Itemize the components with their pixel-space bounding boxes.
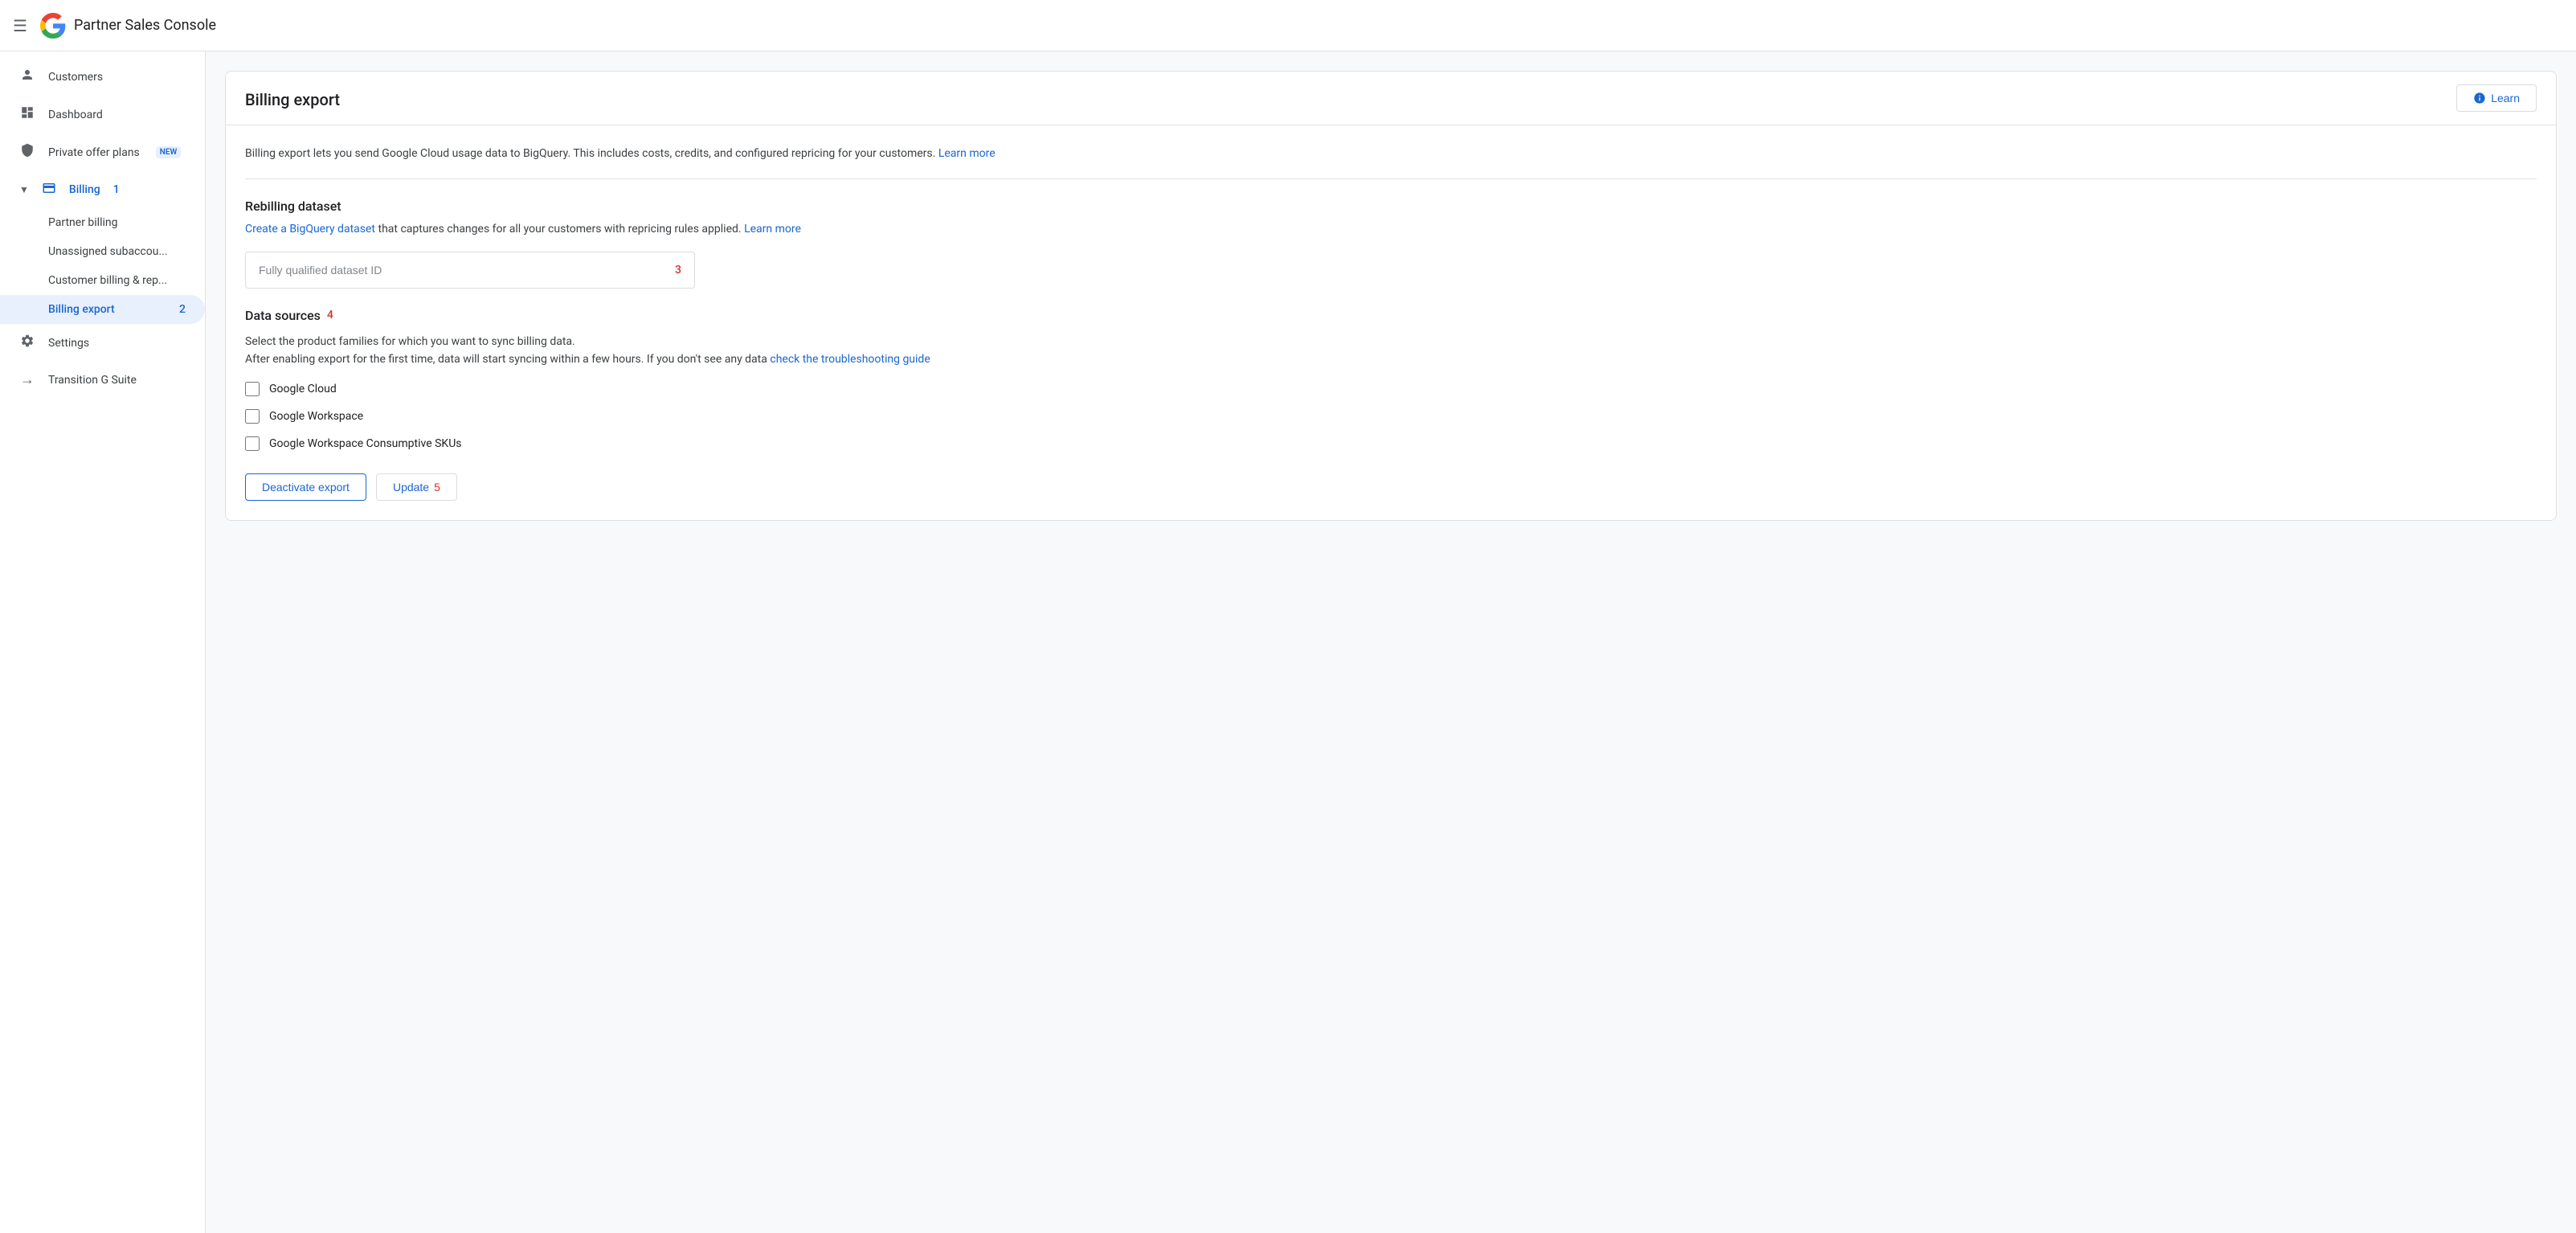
update-counter-badge: 5 bbox=[434, 481, 440, 494]
sidebar-item-settings[interactable]: Settings bbox=[0, 324, 205, 362]
billing-export-badge: 2 bbox=[179, 303, 186, 316]
billing-icon bbox=[42, 181, 56, 199]
app-title: Partner Sales Console bbox=[74, 17, 216, 34]
private-offer-icon bbox=[19, 143, 35, 162]
dataset-id-input[interactable] bbox=[259, 264, 669, 277]
sidebar-sub-billing-export-label: Billing export bbox=[48, 303, 115, 316]
google-cloud-label: Google Cloud bbox=[269, 383, 337, 395]
sidebar-item-transition[interactable]: → Transition G Suite bbox=[0, 362, 205, 398]
sidebar-sub-billing-export[interactable]: Billing export 2 bbox=[0, 295, 205, 324]
google-workspace-checkbox[interactable] bbox=[245, 409, 260, 424]
checkbox-google-workspace[interactable]: Google Workspace bbox=[245, 409, 2537, 424]
sidebar-item-private-offer-label: Private offer plans bbox=[48, 146, 140, 159]
create-bigquery-link[interactable]: Create a BigQuery dataset bbox=[245, 223, 375, 236]
sidebar-sub-partner-billing[interactable]: Partner billing bbox=[0, 208, 205, 237]
learn-button[interactable]: Learn bbox=[2456, 84, 2537, 112]
learn-button-label: Learn bbox=[2491, 92, 2520, 104]
transition-icon: → bbox=[19, 371, 35, 388]
main-description: Billing export lets you send Google Clou… bbox=[245, 145, 2537, 162]
sidebar-item-transition-label: Transition G Suite bbox=[48, 374, 137, 387]
sidebar-item-dashboard-label: Dashboard bbox=[48, 109, 103, 121]
checkbox-google-cloud[interactable]: Google Cloud bbox=[245, 382, 2537, 396]
content-card: Billing export Learn Billing export lets… bbox=[225, 71, 2557, 521]
sidebar-item-billing[interactable]: ▼ Billing 1 bbox=[0, 171, 205, 208]
data-sources-description: Select the product families for which yo… bbox=[245, 333, 2537, 369]
sidebar-item-customers-label: Customers bbox=[48, 71, 103, 84]
learn-more-link-header[interactable]: Learn more bbox=[938, 147, 996, 160]
card-header: Billing export Learn bbox=[226, 72, 2556, 125]
sidebar-item-private-offer-plans[interactable]: Private offer plans NEW bbox=[0, 133, 205, 171]
data-sources-counter: 4 bbox=[327, 309, 333, 322]
card-body: Billing export lets you send Google Clou… bbox=[226, 125, 2556, 520]
hamburger-menu-icon[interactable]: ☰ bbox=[13, 16, 27, 35]
rebilling-section-title: Rebilling dataset bbox=[245, 199, 2537, 214]
billing-badge: 1 bbox=[113, 183, 120, 196]
google-workspace-consumptive-checkbox[interactable] bbox=[245, 436, 260, 451]
sidebar-sub-partner-billing-label: Partner billing bbox=[48, 216, 117, 229]
sidebar-item-billing-label: Billing bbox=[69, 183, 100, 196]
sidebar-sub-customer-billing[interactable]: Customer billing & rep... bbox=[0, 266, 205, 295]
settings-icon bbox=[19, 334, 35, 352]
rebilling-learn-more-link[interactable]: Learn more bbox=[744, 223, 801, 236]
new-badge: NEW bbox=[156, 146, 182, 158]
learn-icon bbox=[2473, 92, 2486, 104]
sidebar-sub-customer-billing-label: Customer billing & rep... bbox=[48, 274, 167, 287]
data-source-checkboxes: Google Cloud Google Workspace Google Wor… bbox=[245, 382, 2537, 451]
checkbox-google-workspace-consumptive[interactable]: Google Workspace Consumptive SKUs bbox=[245, 436, 2537, 451]
data-sources-title: Data sources bbox=[245, 308, 321, 323]
sidebar-sub-unassigned-label: Unassigned subaccou... bbox=[48, 245, 168, 258]
data-sources-header: Data sources 4 bbox=[245, 308, 2537, 323]
page-title: Billing export bbox=[245, 90, 340, 109]
google-workspace-consumptive-label: Google Workspace Consumptive SKUs bbox=[269, 437, 462, 450]
topbar: ☰ Partner Sales Console bbox=[0, 0, 2576, 51]
dataset-counter-badge: 3 bbox=[675, 264, 681, 277]
rebilling-description: Create a BigQuery dataset that captures … bbox=[245, 220, 2537, 238]
chevron-icon: ▼ bbox=[19, 184, 29, 195]
dashboard-icon bbox=[19, 105, 35, 124]
action-buttons: Deactivate export Update 5 bbox=[245, 473, 2537, 501]
google-logo-icon bbox=[40, 13, 66, 39]
sidebar-item-customers[interactable]: Customers bbox=[0, 58, 205, 96]
divider-1 bbox=[245, 178, 2537, 179]
main-content: Billing export Learn Billing export lets… bbox=[206, 51, 2576, 1233]
update-button[interactable]: Update 5 bbox=[376, 473, 457, 501]
layout: Customers Dashboard Private offer plans … bbox=[0, 51, 2576, 1233]
customers-icon bbox=[19, 68, 35, 86]
sidebar-item-dashboard[interactable]: Dashboard bbox=[0, 96, 205, 133]
troubleshooting-guide-link[interactable]: check the troubleshooting guide bbox=[770, 353, 930, 366]
dataset-id-field: 3 bbox=[245, 252, 695, 289]
sidebar-sub-unassigned[interactable]: Unassigned subaccou... bbox=[0, 237, 205, 266]
deactivate-export-button[interactable]: Deactivate export bbox=[245, 473, 366, 501]
google-cloud-checkbox[interactable] bbox=[245, 382, 260, 396]
google-workspace-label: Google Workspace bbox=[269, 410, 363, 423]
sidebar: Customers Dashboard Private offer plans … bbox=[0, 51, 206, 1233]
app-logo: Partner Sales Console bbox=[40, 13, 216, 39]
sidebar-item-settings-label: Settings bbox=[48, 337, 89, 350]
